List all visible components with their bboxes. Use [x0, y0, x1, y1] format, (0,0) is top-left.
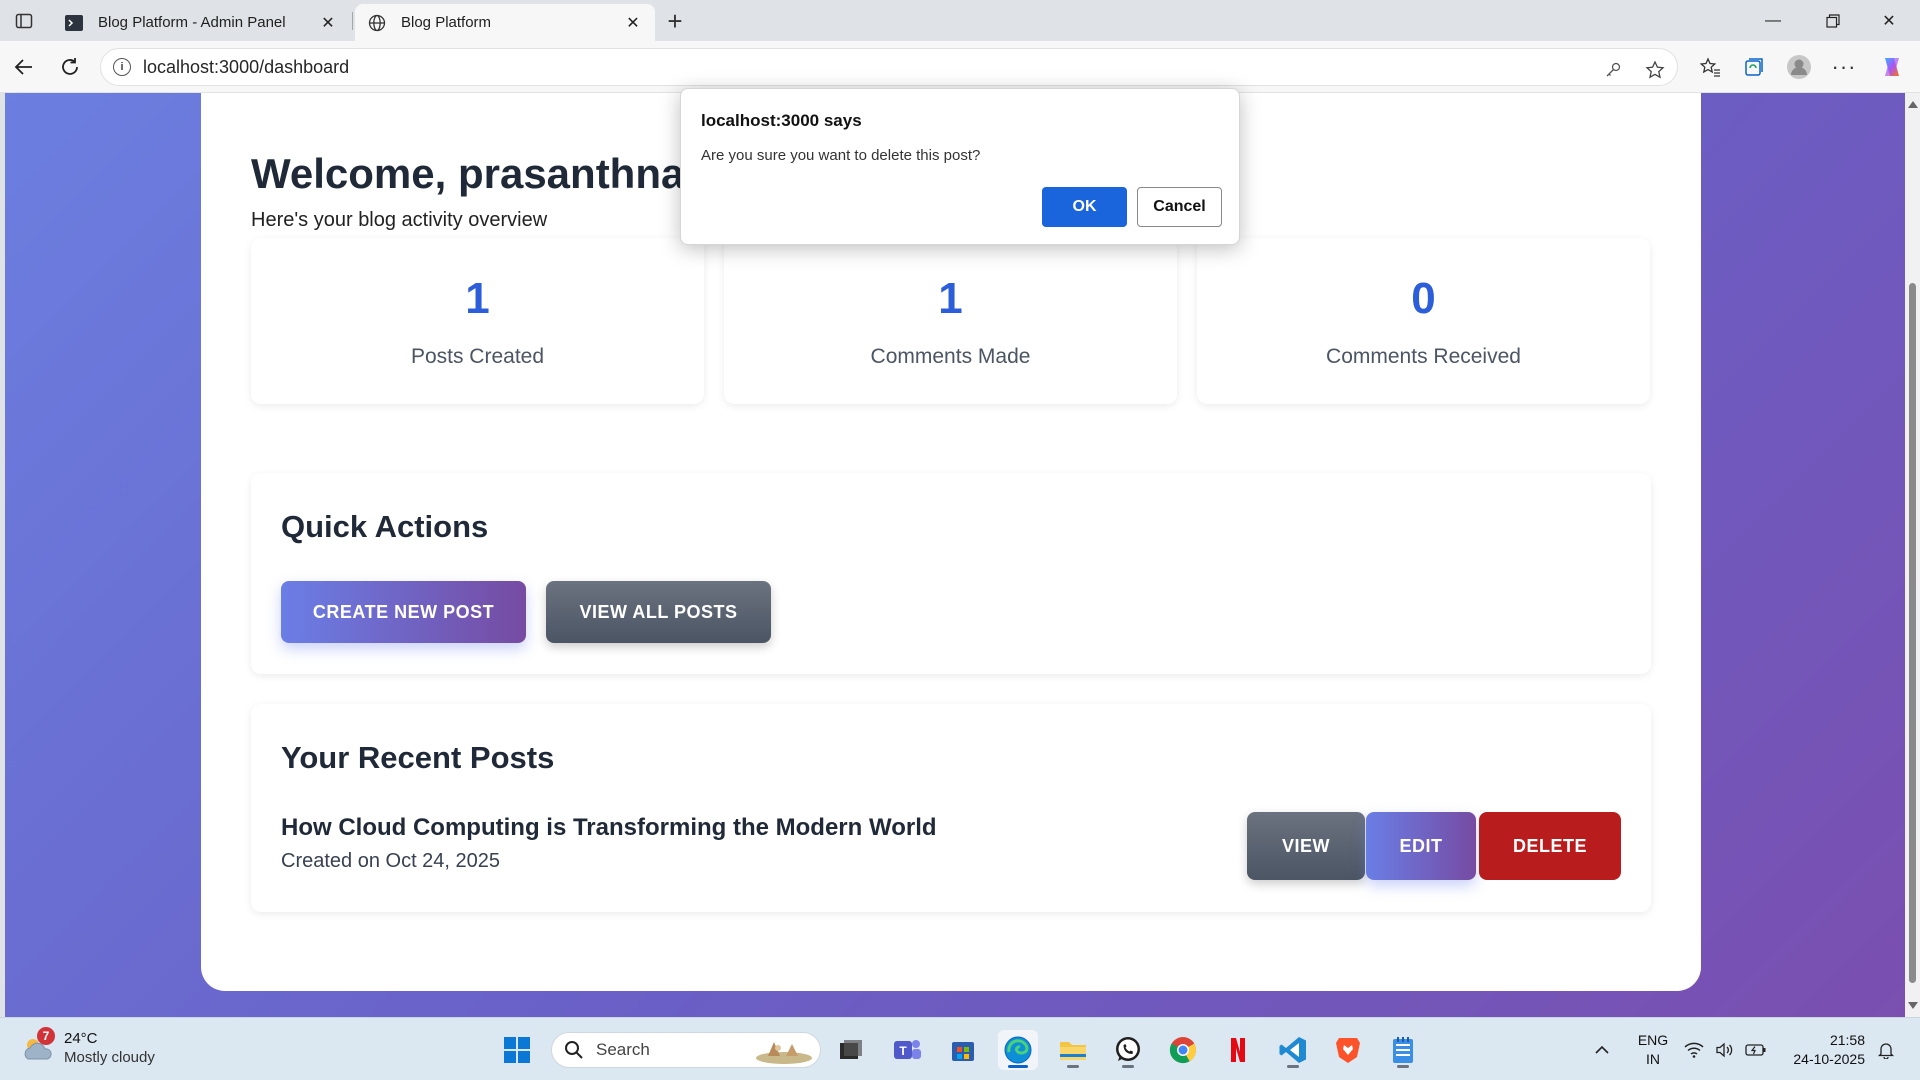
new-tab-button[interactable]: +	[662, 6, 688, 36]
address-bar[interactable]: i localhost:3000/dashboard	[100, 48, 1678, 86]
battery-icon[interactable]	[1741, 1030, 1771, 1070]
key-icon[interactable]	[1601, 58, 1625, 82]
cloud-sun-icon: 7	[20, 1027, 55, 1063]
stat-comments-made: 1 Comments Made	[724, 238, 1177, 404]
recent-posts-panel: Your Recent Posts How Cloud Computing is…	[251, 704, 1651, 912]
search-icon	[565, 1041, 583, 1059]
notification-bell-icon[interactable]	[1870, 1030, 1902, 1070]
stat-value: 1	[465, 274, 490, 323]
stat-comments-received: 0 Comments Received	[1197, 238, 1650, 404]
favorite-star-icon[interactable]	[1643, 58, 1667, 82]
tab-title: Blog Platform	[401, 14, 492, 31]
edge-icon[interactable]	[998, 1030, 1038, 1070]
minimize-icon[interactable]: —	[1750, 0, 1796, 41]
view-post-button[interactable]: VIEW	[1247, 812, 1365, 880]
start-button[interactable]	[497, 1030, 537, 1070]
windows-taskbar: 7 24°C Mostly cloudy Search T ENG IN 21:…	[0, 1017, 1920, 1080]
restore-icon[interactable]	[1810, 0, 1856, 41]
chevron-up-icon[interactable]	[1582, 1030, 1622, 1070]
dialog-cancel-button[interactable]: Cancel	[1137, 187, 1222, 227]
volume-icon[interactable]	[1710, 1030, 1740, 1070]
stat-label: Comments Made	[870, 345, 1031, 368]
stat-value: 1	[938, 274, 963, 323]
back-icon[interactable]	[10, 53, 38, 81]
notepad-icon[interactable]	[1383, 1030, 1423, 1070]
stat-label: Posts Created	[410, 345, 545, 368]
edit-post-button[interactable]: EDIT	[1366, 812, 1476, 880]
confirm-dialog: localhost:3000 says Are you sure you wan…	[680, 88, 1240, 245]
chrome-icon[interactable]	[1163, 1030, 1203, 1070]
tab-actions-icon[interactable]	[12, 9, 36, 33]
globe-icon	[367, 13, 387, 33]
quick-actions-title: Quick Actions	[281, 509, 489, 544]
post-date: Created on Oct 24, 2025	[281, 850, 501, 872]
page-scrollbar[interactable]	[1905, 93, 1920, 1017]
weather-temp: 24°C	[64, 1030, 98, 1047]
browser-navbar: i localhost:3000/dashboard ···	[0, 41, 1920, 93]
netflix-icon[interactable]	[1218, 1030, 1258, 1070]
taskbar-search[interactable]: Search	[551, 1032, 821, 1068]
post-title: How Cloud Computing is Transforming the …	[281, 814, 937, 841]
browser-tab-strip: Blog Platform - Admin Panel ✕ Blog Platf…	[0, 0, 1920, 41]
left-edge	[0, 93, 5, 1017]
close-tab-icon[interactable]: ✕	[318, 13, 338, 33]
whatsapp-icon[interactable]	[1108, 1030, 1148, 1070]
site-info-icon[interactable]: i	[113, 58, 131, 76]
store-icon[interactable]	[943, 1030, 983, 1070]
language-indicator[interactable]: ENG IN	[1633, 1031, 1673, 1069]
clock-time: 21:58	[1829, 1032, 1865, 1048]
recent-posts-title: Your Recent Posts	[281, 740, 555, 775]
scroll-thumb[interactable]	[1909, 283, 1916, 983]
weather-widget[interactable]: 7 24°C Mostly cloudy	[20, 1027, 155, 1067]
copilot-icon[interactable]	[1878, 53, 1906, 81]
svg-text:T: T	[899, 1044, 907, 1058]
welcome-heading: Welcome, prasanthnag	[251, 150, 711, 197]
tab-admin-panel[interactable]: Blog Platform - Admin Panel ✕	[52, 4, 350, 41]
dialog-ok-button[interactable]: OK	[1042, 187, 1127, 227]
weather-badge: 7	[37, 1027, 55, 1045]
wifi-icon[interactable]	[1679, 1030, 1709, 1070]
url-text: localhost:3000/dashboard	[143, 56, 350, 77]
brave-icon[interactable]	[1328, 1030, 1368, 1070]
stat-label: Comments Received	[1326, 345, 1521, 368]
tab-title: Blog Platform - Admin Panel	[98, 14, 286, 31]
stat-value: 0	[1411, 274, 1436, 323]
system-clock[interactable]: 21:58 24-10-2025	[1785, 1031, 1865, 1069]
more-menu-icon[interactable]: ···	[1830, 53, 1858, 81]
dialog-title: localhost:3000 says	[701, 111, 862, 130]
favorites-icon[interactable]	[1696, 53, 1724, 81]
overview-subtitle: Here's your blog activity overview	[251, 209, 548, 231]
search-placeholder: Search	[596, 1040, 650, 1059]
scroll-down-icon[interactable]	[1908, 1002, 1918, 1009]
dialog-message: Are you sure you want to delete this pos…	[701, 147, 981, 164]
quick-actions-panel: Quick Actions CREATE NEW POST VIEW ALL P…	[251, 473, 1651, 674]
delete-post-button[interactable]: DELETE	[1479, 812, 1621, 880]
close-window-icon[interactable]: ✕	[1866, 0, 1912, 41]
terminal-icon	[64, 13, 84, 33]
lang-line1: ENG	[1637, 1032, 1669, 1048]
vscode-icon[interactable]	[1273, 1030, 1313, 1070]
stat-posts-created: 1 Posts Created	[251, 238, 704, 404]
view-all-posts-button[interactable]: VIEW ALL POSTS	[546, 581, 771, 643]
task-view-icon[interactable]	[831, 1030, 871, 1070]
scroll-up-icon[interactable]	[1908, 101, 1918, 108]
lang-line2: IN	[1646, 1051, 1660, 1067]
tab-separator	[352, 12, 353, 30]
folder-icon[interactable]	[1053, 1030, 1093, 1070]
create-new-post-button[interactable]: CREATE NEW POST	[281, 581, 526, 643]
clock-date: 24-10-2025	[1793, 1051, 1865, 1067]
teams-icon[interactable]: T	[887, 1030, 927, 1070]
reload-icon[interactable]	[56, 53, 84, 81]
search-highlight-icon	[756, 1042, 812, 1064]
tab-blog-platform[interactable]: Blog Platform ✕	[355, 4, 655, 41]
weather-condition: Mostly cloudy	[64, 1049, 155, 1066]
collections-icon[interactable]	[1740, 53, 1768, 81]
profile-avatar-icon[interactable]	[1785, 53, 1813, 81]
close-tab-icon[interactable]: ✕	[623, 13, 643, 33]
